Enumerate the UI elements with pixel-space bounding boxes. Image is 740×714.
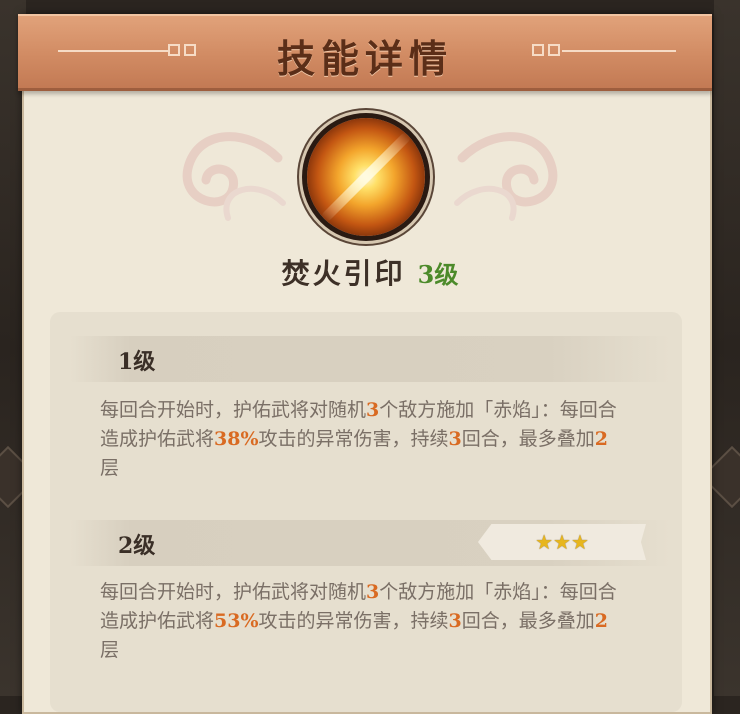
- level-label: 2级: [118, 533, 156, 559]
- desc-value: 3: [448, 610, 462, 632]
- desc-value: 3: [448, 428, 462, 450]
- cloud-swirl-left-icon: [182, 132, 286, 221]
- desc-value: 53%: [214, 610, 259, 632]
- level-description-2: 每回合开始时，护佑武将对随机3个敌方施加「赤焰」：每回合造成护佑武将53%攻击的…: [100, 578, 620, 665]
- desc-value: 2: [594, 610, 609, 632]
- star-rating-badge: ★★★: [478, 524, 646, 560]
- level-label: 1级: [118, 349, 156, 375]
- desc-value: 3: [366, 581, 380, 603]
- right-frame: [714, 0, 740, 696]
- level-description-1: 每回合开始时，护佑武将对随机3个敌方施加「赤焰」：每回合造成护佑武将38%攻击的…: [100, 396, 620, 483]
- skill-name: 焚火引印: [281, 257, 406, 290]
- page-title: 技能详情: [276, 36, 453, 81]
- fire-seal-icon[interactable]: [307, 118, 425, 236]
- desc-text: 每回合开始时，护佑武将对随机: [100, 581, 367, 603]
- desc-text: 回合，最多叠加: [461, 610, 595, 632]
- desc-value: 38%: [214, 428, 259, 450]
- skill-icon-glint: [320, 131, 412, 223]
- level-header-1: 1级: [70, 336, 670, 382]
- cloud-swirl-right-icon: [454, 132, 558, 221]
- desc-text: 层: [100, 457, 120, 479]
- desc-value: 2: [594, 428, 609, 450]
- desc-value: 3: [366, 399, 380, 421]
- skill-title-row: 焚火引印 3级: [0, 252, 740, 292]
- desc-text: 攻击的异常伤害，持续: [258, 428, 449, 450]
- desc-text: 攻击的异常伤害，持续: [258, 610, 449, 632]
- title-bar: 技能详情: [18, 14, 712, 91]
- desc-text: 每回合开始时，护佑武将对随机: [100, 399, 367, 421]
- desc-text: 层: [100, 639, 120, 661]
- desc-text: 回合，最多叠加: [461, 428, 595, 450]
- skill-level: 3级: [417, 260, 459, 289]
